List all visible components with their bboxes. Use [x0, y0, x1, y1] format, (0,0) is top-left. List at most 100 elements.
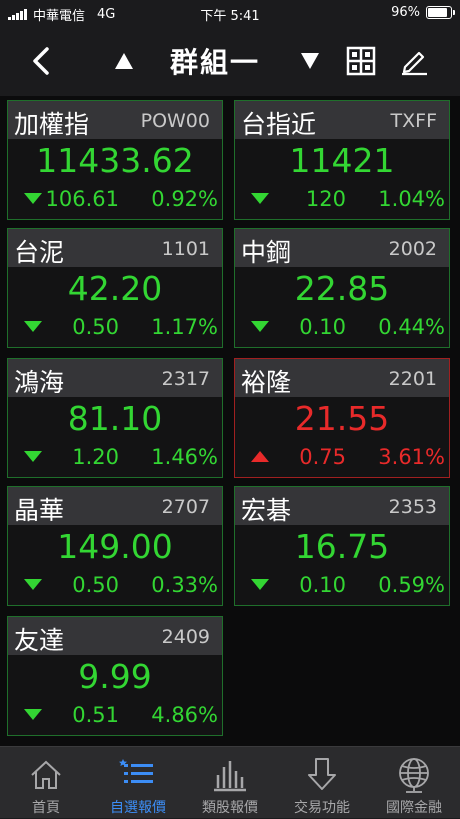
stock-name: 晶華 — [14, 496, 65, 525]
stock-name: 裕隆 — [241, 368, 292, 397]
group-title[interactable]: 群組一 — [150, 39, 280, 83]
tab-trade[interactable]: 交易功能 — [276, 747, 368, 819]
price-change: 1.20 — [72, 445, 119, 469]
stock-name: 台指近 — [241, 110, 317, 139]
price-change: 0.51 — [72, 703, 119, 727]
price-change: 0.10 — [299, 315, 346, 339]
quote-card[interactable]: 裕隆 2201 21.55 0.75 3.61% — [234, 358, 450, 478]
stock-price: 42.20 — [67, 269, 163, 308]
stock-name: 宏碁 — [241, 496, 292, 525]
status-bar: 中華電信 4G 下午 5:41 96% — [0, 0, 460, 26]
status-right: 96% — [391, 5, 455, 20]
price-change: 0.50 — [72, 315, 119, 339]
grid-view-icon[interactable] — [343, 43, 379, 79]
stock-price: 11433.62 — [36, 141, 194, 180]
price-change: 0.50 — [72, 573, 119, 597]
change-percent: 3.61% — [378, 445, 445, 469]
up-arrow-icon — [251, 451, 269, 462]
quote-card-header: 台泥 1101 — [8, 229, 222, 267]
up-triangle-icon[interactable] — [106, 43, 142, 79]
down-arrow-icon — [251, 321, 269, 332]
quote-card[interactable]: 友達 2409 9.99 0.51 4.86% — [7, 616, 223, 736]
change-percent: 1.04% — [378, 187, 445, 211]
tab-home[interactable]: 首頁 — [0, 747, 92, 819]
tab-label-watchlist: 自選報價 — [110, 800, 166, 816]
quote-card-header: 宏碁 2353 — [235, 487, 449, 525]
nav-bar: 群組一 — [0, 26, 460, 96]
down-arrow-icon — [251, 579, 269, 590]
change-percent: 0.92% — [151, 187, 218, 211]
tab-sector[interactable]: 類股報價 — [184, 747, 276, 819]
bar-chart-icon — [210, 755, 250, 795]
stock-price: 11421 — [289, 141, 395, 180]
watchlist-grid: 加權指 POW00 11433.62 106.61 0.92% 台指近 TXFF 11421 1… — [0, 96, 460, 746]
change-percent: 0.33% — [151, 573, 218, 597]
price-change: 0.10 — [299, 573, 346, 597]
tab-global[interactable]: 國際金融 — [368, 747, 460, 819]
down-arrow-icon — [24, 321, 42, 332]
tab-label-trade: 交易功能 — [294, 800, 350, 816]
quote-card-header: 友達 2409 — [8, 617, 222, 655]
tab-label-sector: 類股報價 — [202, 800, 258, 816]
down-arrow-icon — [24, 709, 42, 720]
quote-card-header: 裕隆 2201 — [235, 359, 449, 397]
stock-code: 2707 — [161, 496, 210, 518]
tab-label-home: 首頁 — [32, 800, 60, 816]
quote-card-header: 晶華 2707 — [8, 487, 222, 525]
down-arrow-icon — [24, 579, 42, 590]
quote-card[interactable]: 台泥 1101 42.20 0.50 1.17% — [7, 228, 223, 348]
change-percent: 1.46% — [151, 445, 218, 469]
change-percent: 1.17% — [151, 315, 218, 339]
stock-code: 2409 — [161, 626, 210, 648]
stock-code: POW00 — [140, 110, 210, 132]
stock-name: 加權指 — [14, 110, 90, 139]
change-percent: 0.44% — [378, 315, 445, 339]
stock-code: 2002 — [388, 238, 437, 260]
stock-code: 2201 — [388, 368, 437, 390]
back-arrow-icon[interactable] — [24, 43, 60, 79]
watchlist-icon — [118, 755, 158, 795]
price-change: 106.61 — [45, 187, 119, 211]
quote-card-header: 台指近 TXFF — [235, 101, 449, 139]
tab-watchlist[interactable]: 自選報價 — [92, 747, 184, 819]
stock-price: 9.99 — [78, 657, 152, 696]
down-arrow-icon — [24, 193, 42, 204]
price-change: 120 — [305, 187, 346, 211]
quote-card[interactable]: 中鋼 2002 22.85 0.10 0.44% — [234, 228, 450, 348]
stock-price: 21.55 — [294, 399, 390, 438]
stock-code: TXFF — [390, 110, 437, 132]
price-change: 0.75 — [299, 445, 346, 469]
stock-code: 1101 — [161, 238, 210, 260]
quote-card-header: 加權指 POW00 — [8, 101, 222, 139]
change-percent: 0.59% — [378, 573, 445, 597]
trade-arrow-icon — [302, 755, 342, 795]
stock-price: 81.10 — [67, 399, 163, 438]
stock-name: 鴻海 — [14, 368, 65, 397]
tab-bar: 首頁 自選報價 類股報價 交易功能 國際金融 — [0, 746, 460, 818]
edit-pencil-icon[interactable] — [396, 43, 432, 79]
stock-name: 台泥 — [14, 238, 65, 267]
stock-price: 22.85 — [294, 269, 390, 308]
quote-card[interactable]: 晶華 2707 149.00 0.50 0.33% — [7, 486, 223, 606]
down-arrow-icon — [24, 451, 42, 462]
stock-name: 友達 — [14, 626, 65, 655]
stock-price: 16.75 — [294, 527, 390, 566]
battery-icon — [426, 6, 455, 19]
down-triangle-icon[interactable] — [292, 43, 328, 79]
battery-fill — [428, 8, 448, 17]
stock-price: 149.00 — [57, 527, 173, 566]
quote-card-header: 中鋼 2002 — [235, 229, 449, 267]
stock-name: 中鋼 — [241, 238, 292, 267]
stock-code: 2353 — [388, 496, 437, 518]
quote-card-header: 鴻海 2317 — [8, 359, 222, 397]
stock-code: 2317 — [161, 368, 210, 390]
quote-card[interactable]: 宏碁 2353 16.75 0.10 0.59% — [234, 486, 450, 606]
tab-label-global: 國際金融 — [386, 800, 442, 816]
quote-card[interactable]: 台指近 TXFF 11421 120 1.04% — [234, 100, 450, 220]
battery-percent: 96% — [391, 5, 420, 20]
down-arrow-icon — [251, 193, 269, 204]
change-percent: 4.86% — [151, 703, 218, 727]
quote-card[interactable]: 加權指 POW00 11433.62 106.61 0.92% — [7, 100, 223, 220]
quote-card[interactable]: 鴻海 2317 81.10 1.20 1.46% — [7, 358, 223, 478]
home-icon — [26, 755, 66, 795]
